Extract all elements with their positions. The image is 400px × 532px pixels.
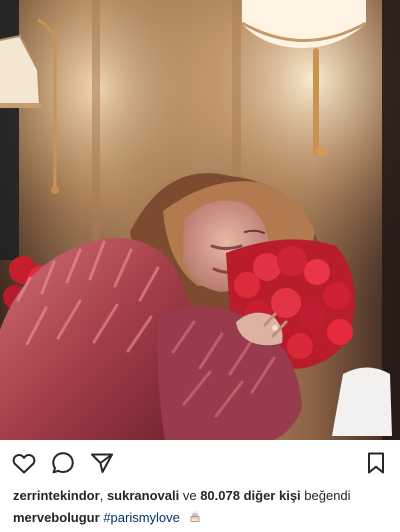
- likes-others[interactable]: diğer kişi: [244, 488, 301, 503]
- post-photo[interactable]: [0, 0, 400, 440]
- likes-connector: ve: [182, 488, 197, 503]
- instagram-post: zerrintekindor, sukranovali ve 80.078 di…: [0, 0, 400, 532]
- share-button[interactable]: [89, 450, 115, 476]
- cake-emoji-icon: [190, 510, 199, 522]
- likes-summary: zerrintekindor, sukranovali ve 80.078 di…: [13, 488, 393, 504]
- liked-by-user-2[interactable]: sukranovali: [107, 488, 179, 503]
- like-button[interactable]: [11, 450, 37, 476]
- likes-verb: beğendi: [304, 488, 351, 503]
- post-caption: mervebolugur #parismylove: [13, 510, 393, 526]
- save-button[interactable]: [363, 450, 389, 476]
- comment-icon: [52, 452, 74, 474]
- paper-plane-icon: [91, 453, 113, 473]
- bookmark-icon: [368, 452, 384, 474]
- comment-button[interactable]: [50, 450, 76, 476]
- likes-count[interactable]: 80.078: [200, 488, 240, 503]
- caption-username[interactable]: mervebolugur: [13, 510, 100, 525]
- likes-separator: ,: [99, 488, 104, 503]
- caption-hashtag[interactable]: #parismylove: [103, 510, 180, 525]
- liked-by-user-1[interactable]: zerrintekindor: [13, 488, 100, 503]
- post-actions-bar: [0, 440, 400, 486]
- heart-icon: [12, 454, 36, 474]
- post-photo-illustration: [0, 0, 400, 440]
